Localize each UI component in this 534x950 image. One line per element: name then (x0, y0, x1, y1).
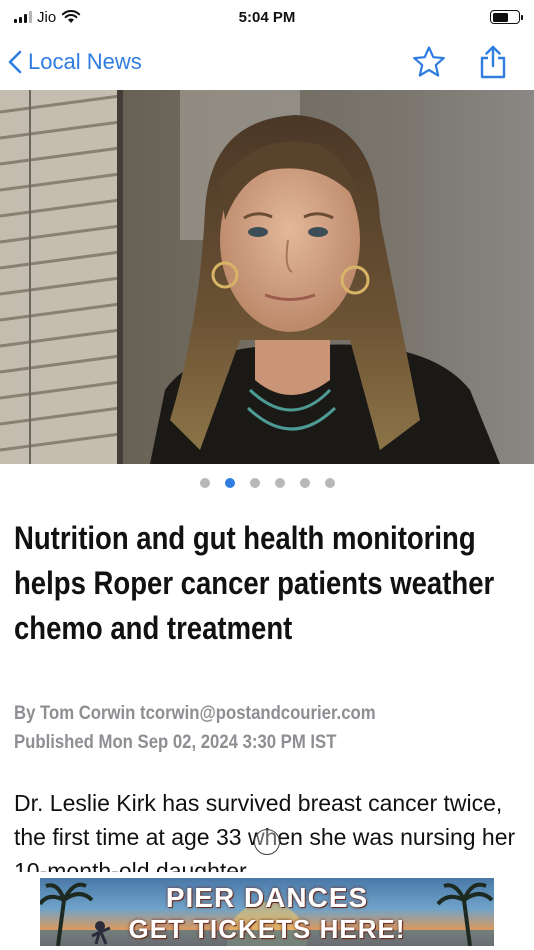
nav-actions (412, 45, 524, 79)
article-hero-photo[interactable] (0, 90, 534, 464)
carousel-dot[interactable] (274, 478, 285, 488)
share-button[interactable] (476, 45, 510, 79)
carousel-page-indicator[interactable] (0, 474, 534, 492)
carousel-dot[interactable] (249, 478, 260, 488)
status-bar: Jio 5:04 PM (0, 0, 534, 34)
article-headline: Nutrition and gut health monitoring help… (14, 520, 495, 646)
battery-level (492, 12, 508, 22)
portrait-photo (0, 90, 534, 464)
back-button-label: Local News (28, 49, 142, 74)
carousel-dot[interactable] (299, 478, 310, 488)
ad-headline: PIER DANCES (165, 882, 369, 913)
navigation-bar: Local News (0, 34, 534, 90)
status-left: Jio (14, 9, 81, 26)
carousel-dot[interactable] (199, 478, 210, 488)
chevron-left-icon (8, 50, 22, 74)
article-published-date: Published Mon Sep 02, 2024 3:30 PM IST (14, 732, 337, 753)
share-icon (480, 45, 506, 79)
carousel-dot[interactable] (324, 478, 335, 488)
bookmark-star-button[interactable] (412, 45, 446, 79)
wifi-icon (61, 10, 81, 23)
star-icon (413, 46, 445, 77)
cellular-signal-icon (14, 11, 32, 23)
ad-cta: GET TICKETS HERE! (128, 914, 406, 944)
battery-icon (490, 10, 523, 24)
carousel-dot[interactable] (224, 478, 235, 488)
back-button[interactable]: Local News (8, 49, 142, 75)
carrier-name: Jio (37, 8, 57, 26)
touch-indicator-icon (254, 829, 280, 855)
article-byline[interactable]: By Tom Corwin tcorwin@postandcourier.com (14, 700, 376, 728)
banner-ad[interactable]: PIER DANCES GET TICKETS HERE! (40, 878, 494, 946)
